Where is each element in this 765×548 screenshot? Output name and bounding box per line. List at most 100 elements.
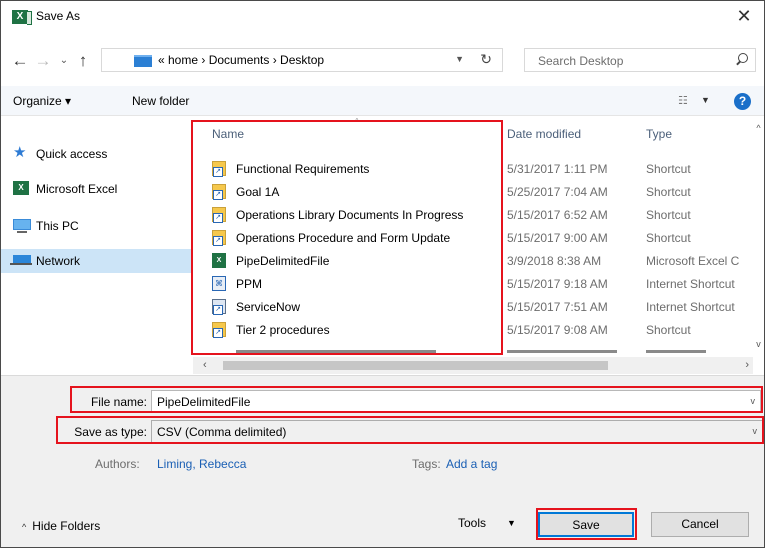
hide-folders-button[interactable]: ^ Hide Folders — [22, 519, 100, 533]
shortcut-icon — [212, 230, 226, 246]
navigation-row: ← → ⌄ ↑ « home › Documents › Desktop ▼ ↻… — [1, 45, 764, 81]
breadcrumb[interactable]: « home › Documents › Desktop — [158, 53, 324, 67]
internet-shortcut-icon — [212, 299, 226, 315]
scroll-thumb[interactable] — [223, 361, 608, 370]
save-form: File name: PipeDelimitedFile v Save as t… — [1, 375, 764, 547]
shortcut-icon — [212, 184, 226, 200]
save-button[interactable]: Save — [538, 512, 634, 537]
file-type: Shortcut — [646, 323, 691, 337]
file-type: Internet Shortcut — [646, 277, 735, 291]
file-date: 5/15/2017 7:51 AM — [507, 300, 608, 314]
vertical-scrollbar[interactable]: ^ v — [753, 117, 764, 367]
nav-item-this-pc[interactable]: This PC — [1, 214, 192, 238]
nav-item-label: Microsoft Excel — [36, 182, 118, 196]
file-name-label: File name: — [90, 395, 147, 409]
scroll-up-icon[interactable]: ^ — [753, 123, 764, 133]
chevron-down-icon[interactable]: v — [751, 396, 756, 406]
scroll-left-icon[interactable]: ‹ — [203, 359, 207, 371]
file-name: Operations Library Documents In Progress — [236, 208, 464, 222]
file-name: Tier 2 procedures — [236, 323, 330, 337]
hide-folders-label: Hide Folders — [32, 519, 101, 533]
clipped-text — [507, 350, 617, 353]
search-icon[interactable] — [735, 53, 748, 65]
sort-ascending-icon: ^ — [355, 117, 359, 126]
nav-item-label: Quick access — [36, 147, 108, 161]
computer-icon — [13, 219, 31, 233]
new-folder-button[interactable]: New folder — [132, 94, 189, 108]
search-input[interactable]: Search Desktop — [538, 54, 623, 68]
horizontal-scrollbar[interactable]: ‹ › — [193, 357, 753, 374]
scroll-right-icon[interactable]: › — [745, 359, 749, 371]
back-arrow-icon[interactable]: ← — [9, 49, 31, 73]
save-as-type-label: Save as type: — [74, 425, 147, 439]
column-header-name[interactable]: Name — [212, 127, 244, 141]
shortcut-icon — [212, 161, 226, 177]
internet-shortcut-icon: ⌘ — [212, 276, 226, 291]
up-arrow-icon[interactable]: ↑ — [72, 49, 94, 73]
help-icon[interactable]: ? — [734, 93, 751, 110]
star-icon: ★ — [13, 144, 27, 161]
file-row[interactable]: ⌘ PPM 5/15/2017 9:18 AM Internet Shortcu… — [193, 272, 753, 295]
file-row[interactable]: Goal 1A 5/25/2017 7:04 AM Shortcut — [193, 180, 753, 203]
file-name: Functional Requirements — [236, 162, 370, 176]
file-row[interactable]: Functional Requirements 5/31/2017 1:11 P… — [193, 157, 753, 180]
column-header-type[interactable]: Type — [646, 127, 672, 141]
file-row[interactable]: Tier 2 procedures 5/15/2017 9:08 AM Shor… — [193, 318, 753, 341]
file-name: PipeDelimitedFile — [236, 254, 330, 268]
clipped-text — [646, 350, 706, 353]
navigation-pane: ★ Quick access X Microsoft Excel This PC… — [1, 117, 192, 367]
file-row[interactable]: ServiceNow 5/15/2017 7:51 AM Internet Sh… — [193, 295, 753, 318]
dialog-title: Save As — [36, 9, 81, 23]
file-name: ServiceNow — [236, 300, 301, 314]
authors-label: Authors: — [95, 457, 140, 471]
file-row[interactable]: Operations Procedure and Form Update 5/1… — [193, 226, 753, 249]
shortcut-icon — [212, 322, 226, 338]
clipped-text — [236, 350, 436, 353]
scroll-down-icon[interactable]: v — [753, 339, 764, 349]
save-as-type-select[interactable]: CSV (Comma delimited) v — [151, 420, 763, 443]
excel-icon: X — [12, 10, 32, 25]
add-tag-field[interactable]: Add a tag — [446, 457, 497, 471]
file-type: Shortcut — [646, 231, 691, 245]
file-date: 5/25/2017 7:04 AM — [507, 185, 608, 199]
file-name: PPM — [236, 277, 263, 291]
refresh-icon[interactable]: ↻ — [480, 51, 492, 68]
file-row[interactable]: Operations Library Documents In Progress… — [193, 203, 753, 226]
shortcut-icon — [212, 207, 226, 223]
file-type: Microsoft Excel C — [646, 254, 740, 268]
tools-button[interactable]: Tools — [458, 516, 486, 530]
file-date: 5/15/2017 6:52 AM — [507, 208, 608, 222]
file-name-value[interactable]: PipeDelimitedFile — [157, 395, 250, 409]
chevron-down-icon[interactable]: ▼ — [455, 54, 464, 64]
file-row[interactable]: X PipeDelimitedFile 3/9/2018 8:38 AM Mic… — [193, 249, 753, 272]
file-name-field[interactable]: PipeDelimitedFile v — [151, 390, 761, 413]
chevron-up-icon: ^ — [22, 522, 27, 532]
view-options-chevron-icon[interactable]: ▼ — [701, 95, 710, 105]
search-box[interactable]: Search Desktop — [524, 48, 756, 72]
view-options-icon[interactable]: ☷ — [678, 94, 688, 107]
organize-button[interactable]: Organize ▾ — [13, 94, 71, 108]
network-icon — [10, 255, 32, 265]
file-date: 3/9/2018 8:38 AM — [507, 254, 602, 268]
tools-chevron-icon[interactable]: ▼ — [507, 518, 516, 528]
file-row-partially-hidden[interactable] — [193, 350, 753, 357]
nav-item-microsoft-excel[interactable]: X Microsoft Excel — [1, 177, 192, 201]
file-list: ^ Name Date modified Type Functional Req… — [193, 117, 753, 357]
save-as-type-value[interactable]: CSV (Comma delimited) — [157, 425, 286, 439]
forward-arrow-icon[interactable]: → — [32, 49, 54, 73]
nav-item-label: Network — [36, 254, 81, 268]
close-icon[interactable]: ✕ — [732, 5, 756, 27]
tags-label: Tags: — [412, 457, 441, 471]
authors-value[interactable]: Liming, Rebecca — [157, 457, 246, 471]
excel-icon: X — [13, 181, 29, 195]
column-header-date-modified[interactable]: Date modified — [507, 127, 581, 141]
nav-item-network[interactable]: Network — [1, 249, 192, 273]
file-date: 5/15/2017 9:08 AM — [507, 323, 608, 337]
nav-item-quick-access[interactable]: ★ Quick access — [1, 142, 192, 166]
file-type: Shortcut — [646, 162, 691, 176]
file-date: 5/15/2017 9:00 AM — [507, 231, 608, 245]
address-bar[interactable]: « home › Documents › Desktop ▼ ↻ — [101, 48, 503, 72]
cancel-button[interactable]: Cancel — [651, 512, 749, 537]
command-toolbar: Organize ▾ New folder ☷ ▼ ? — [1, 86, 764, 116]
chevron-down-icon[interactable]: v — [753, 426, 758, 436]
